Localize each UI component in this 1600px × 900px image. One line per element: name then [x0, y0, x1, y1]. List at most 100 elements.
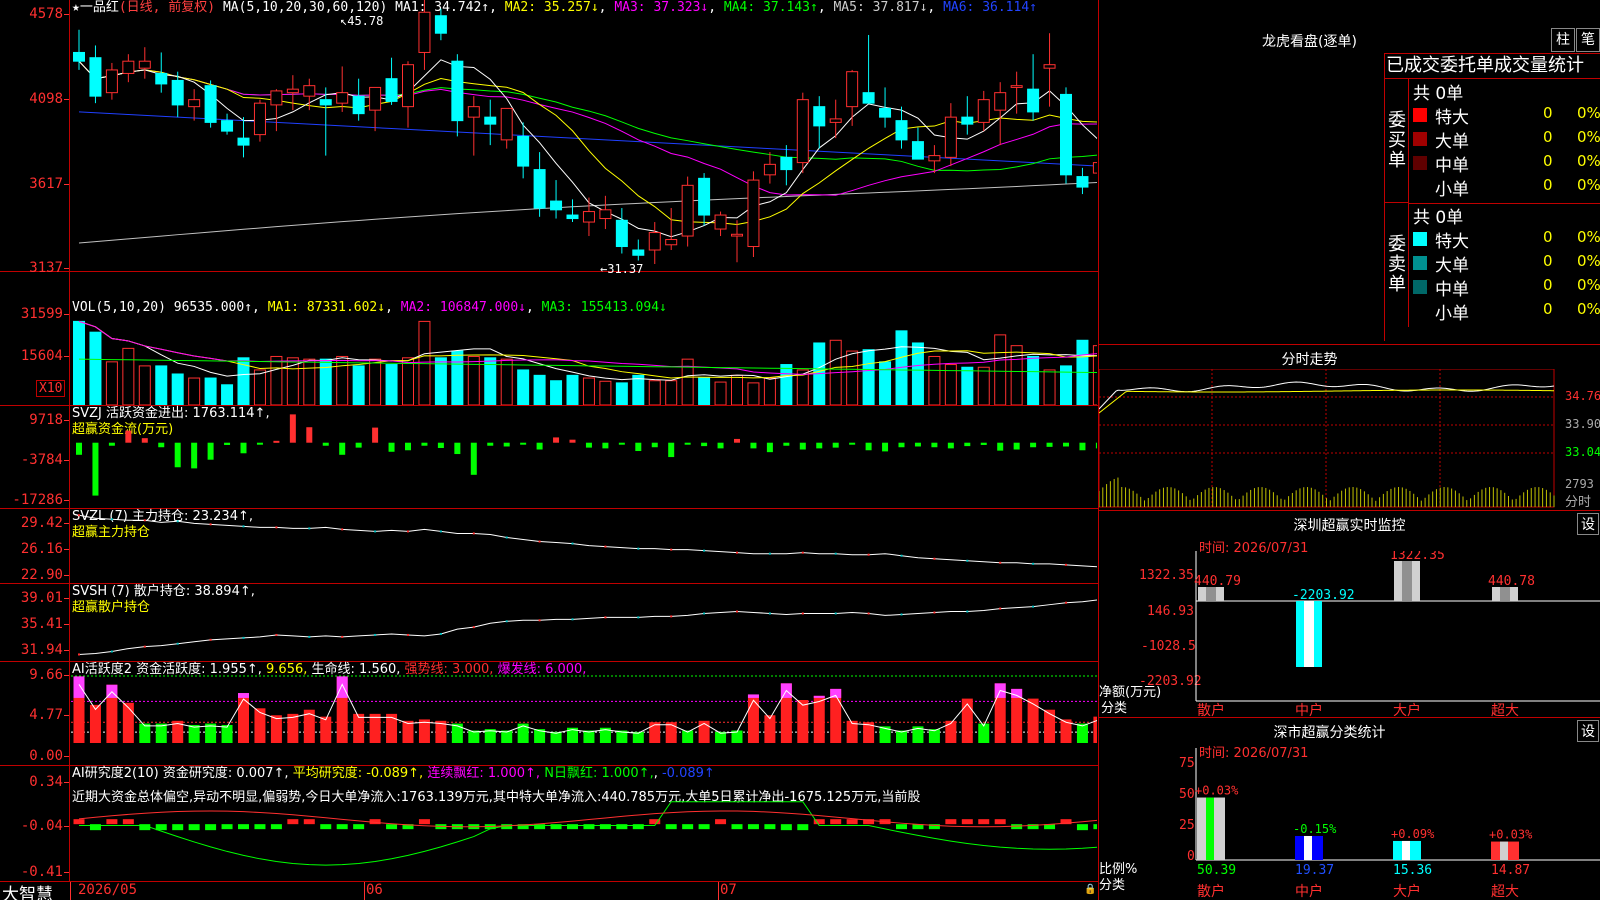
volume-bar [961, 366, 974, 405]
main-holding-chart[interactable] [71, 509, 1097, 583]
candle-body [582, 211, 595, 223]
candle-body [517, 135, 530, 167]
buy-type-label: 小单 [1435, 180, 1469, 200]
main-holding-point [110, 518, 113, 521]
fund-flow-bar [668, 442, 675, 458]
high-price-mark: ↖45.78 [340, 14, 384, 28]
retail-holding-point [242, 636, 245, 639]
volume-bar [221, 384, 234, 405]
volume-bar [977, 366, 990, 405]
svzj-panel[interactable]: 9718 -3784 -17286 SVZJ 活跃资金进出: 1763.114↑… [0, 406, 1098, 509]
fund-flow-bar [684, 442, 691, 445]
svsh-panel[interactable]: 39.01 35.41 31.94 SVSH (7) 散户持仓: 38.894↑… [0, 584, 1098, 662]
main-holding-line [78, 514, 1097, 568]
intraday-price-label: 33.04 [1565, 445, 1600, 459]
research-bar [632, 824, 644, 830]
buy-color-swatch [1413, 156, 1427, 170]
candle-body [467, 106, 480, 118]
fund-flow-bar [372, 427, 379, 443]
retail-holding-point [900, 613, 903, 616]
main-holding-point [999, 561, 1002, 564]
svsh-label: 39.01 [20, 590, 70, 606]
research-bar [188, 824, 200, 831]
candle-body [369, 86, 382, 111]
research-bar [1076, 824, 1088, 831]
retail-holding-point [275, 633, 278, 636]
candle-body [188, 99, 201, 108]
volume-panel[interactable]: 31599 15604 X10 VOL(5,10,20) 96535.000↑,… [0, 272, 1098, 406]
volume-bar [862, 349, 875, 405]
main-holding-point [933, 557, 936, 560]
bar-mode-button[interactable]: 柱 [1551, 28, 1575, 52]
main-holding-point [209, 523, 212, 526]
buy-row: 大单 0 0% [1409, 127, 1600, 152]
main-holding-point [834, 552, 837, 555]
main-holding-point [801, 551, 804, 554]
main-holding-point [538, 540, 541, 543]
main-holding-point [900, 554, 903, 557]
ai-active-panel[interactable]: 9.66 4.77 0.00 AI活跃度2 资金活跃度: 1.955↑, 9.6… [0, 662, 1098, 766]
stats-tabs[interactable]: 已成交委托单成交量统计 [1384, 53, 1600, 79]
research-bar [616, 824, 628, 830]
price-label: 4098 [29, 91, 69, 107]
research-bar [303, 819, 315, 825]
retail-holding-point [966, 610, 969, 613]
fund-flow-bar [322, 442, 329, 446]
ai-research-label: -0.41 [20, 864, 70, 880]
ai-research-panel[interactable]: 0.34 -0.04 -0.41 AI研究度2(10) 资金研究度: 0.007… [0, 766, 1098, 882]
retail-holding-point [703, 612, 706, 615]
buy-type-label: 中单 [1435, 156, 1469, 176]
candlestick-chart[interactable] [71, 0, 1097, 271]
fund-flow-bar [964, 442, 971, 447]
active-bar [649, 722, 661, 743]
buy-color-swatch [1413, 180, 1427, 194]
research-bar [665, 824, 677, 830]
main-holding-point [78, 514, 80, 517]
intraday-chart[interactable] [1099, 369, 1564, 509]
fund-flow-chart[interactable] [71, 406, 1097, 508]
pen-mode-button[interactable]: 笔 [1576, 28, 1600, 52]
retail-holding-point [637, 616, 640, 619]
retail-holding-point [933, 611, 936, 614]
active-bar [797, 699, 809, 743]
ai-research-chart[interactable] [71, 766, 1097, 881]
retail-holding-point [78, 653, 80, 656]
sz-monitor-settings-button[interactable]: 设 [1577, 513, 1599, 535]
retail-holding-chart[interactable] [71, 584, 1097, 661]
fund-flow-bar [750, 442, 757, 449]
classify-category-label: 大户 [1393, 883, 1421, 900]
active-bar-peak [73, 676, 85, 698]
active-bar [698, 720, 710, 743]
date-label: 06 [366, 882, 383, 898]
sz-monitor-title: 深圳超赢实时监控 [1293, 518, 1406, 534]
classify-value-label: 50.39 [1197, 863, 1236, 878]
svzl-panel[interactable]: 29.42 26.16 22.90 SVZL (7) 主力持仓: 23.234↑… [0, 509, 1098, 584]
main-holding-point [867, 553, 870, 556]
volume-bar [434, 357, 447, 405]
intraday-price-label: 34.76 [1565, 389, 1600, 403]
retail-holding-point [407, 633, 409, 636]
fund-flow-bar [125, 430, 132, 443]
candle-body [500, 107, 513, 141]
main-holding-point [604, 545, 607, 548]
date-label: 2026/05 [78, 882, 138, 898]
fund-flow-bar [1013, 442, 1020, 450]
ai-active-axis: 9.66 4.77 0.00 [0, 662, 70, 765]
buy-percent: 0% [1577, 128, 1600, 146]
classify-category-label: 超大 [1491, 884, 1519, 900]
volume-bar [747, 382, 760, 405]
fund-flow-bar [339, 442, 346, 455]
ai-active-chart[interactable] [71, 662, 1097, 765]
sell-percent: 0% [1577, 300, 1600, 318]
main-holding-point [143, 519, 146, 522]
volume-bar [1027, 355, 1040, 405]
lock-icon[interactable]: 🔒 [1084, 884, 1096, 895]
dragon-title: 龙虎看盘(逐单) [1262, 34, 1357, 50]
kline-panel[interactable]: 4578 4098 3617 3137 ★一品红(日线, 前复权) MA(5,1… [0, 0, 1098, 276]
volume-bar [517, 369, 530, 405]
fund-flow-bar [536, 442, 543, 450]
retail-holding-point [374, 633, 377, 636]
buy-percent: 0% [1577, 176, 1600, 194]
retail-holding-point [867, 612, 870, 615]
volume-chart[interactable] [71, 316, 1097, 405]
